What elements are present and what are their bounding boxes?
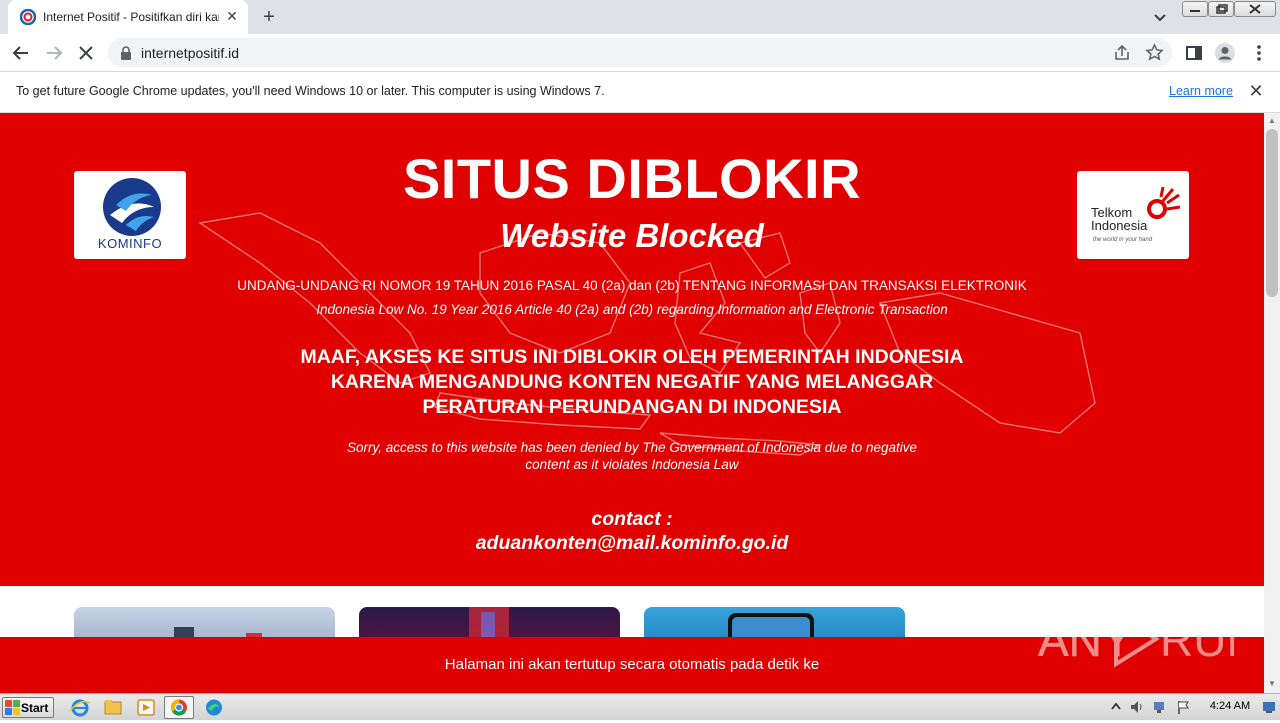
address-bar[interactable]: internetpositif.id xyxy=(108,38,1172,67)
watermark-text-run: RUN xyxy=(1160,614,1238,666)
scroll-up-icon[interactable]: ▲ xyxy=(1264,114,1280,128)
window-minimize-button[interactable] xyxy=(1182,1,1208,17)
internet-explorer-icon[interactable] xyxy=(65,696,95,719)
profile-avatar-icon[interactable] xyxy=(1214,42,1236,64)
sorry-line: content as it violates Indonesia Law xyxy=(525,457,739,472)
close-icon xyxy=(1249,4,1261,14)
anyrun-watermark-icon: ANY RUN xyxy=(1038,610,1238,668)
contact-email[interactable]: aduankonten@mail.kominfo.go.id xyxy=(0,532,1264,555)
blocked-subtitle: Website Blocked xyxy=(500,217,764,254)
tab-strip: Internet Positif - Positifkan diri kamu … xyxy=(0,0,1280,34)
taskbar-clock[interactable]: 4:24 AM xyxy=(1200,700,1260,712)
start-label: Start xyxy=(21,701,49,715)
warning-line: KARENA MENGANDUNG KONTEN NEGATIF YANG ME… xyxy=(330,371,934,393)
edge-icon[interactable] xyxy=(199,696,229,719)
sorry-message: Sorry, access to this website has been d… xyxy=(0,439,1264,473)
scrollbar-thumb[interactable] xyxy=(1266,129,1278,297)
share-icon[interactable] xyxy=(1113,44,1131,62)
volume-icon[interactable] xyxy=(1129,699,1145,715)
show-desktop-icon[interactable] xyxy=(1262,700,1276,714)
scroll-down-icon[interactable]: ▼ xyxy=(1264,677,1280,691)
blocked-title: SITUS DIBLOKIR xyxy=(402,147,862,210)
browser-tab[interactable]: Internet Positif - Positifkan diri kamu … xyxy=(8,0,248,34)
bookmark-star-icon[interactable] xyxy=(1145,43,1164,62)
law-reference-id: UNDANG-UNDANG RI NOMOR 19 TAHUN 2016 PAS… xyxy=(237,278,1027,293)
warning-line: PERATURAN PERUNDANGAN DI INDONESIA xyxy=(422,396,842,418)
url-text[interactable]: internetpositif.id xyxy=(141,45,239,61)
infobar-close-icon[interactable]: ✕ xyxy=(1246,81,1266,101)
infobar-message: To get future Google Chrome updates, you… xyxy=(16,84,605,98)
windows-logo-icon xyxy=(5,700,20,715)
back-arrow-icon[interactable] xyxy=(10,42,32,64)
contact-label: contact : xyxy=(591,508,673,530)
update-infobar: To get future Google Chrome updates, you… xyxy=(0,72,1280,113)
windows-taskbar: Start 4:24 AM xyxy=(0,693,1280,720)
action-center-flag-icon[interactable] xyxy=(1176,699,1192,715)
window-close-button[interactable] xyxy=(1234,1,1276,17)
explorer-folder-icon[interactable] xyxy=(98,696,128,719)
warning-message: MAAF, AKSES KE SITUS INI DIBLOKIR OLEH P… xyxy=(0,345,1264,420)
watermark-text-any: ANY xyxy=(1038,614,1133,666)
start-button[interactable]: Start xyxy=(2,697,54,718)
tab-search-chevron-icon[interactable] xyxy=(1152,9,1168,25)
new-tab-button[interactable]: + xyxy=(258,6,280,28)
menu-kebab-icon[interactable] xyxy=(1248,42,1270,64)
forward-arrow-icon[interactable] xyxy=(43,42,65,64)
minimize-icon xyxy=(1190,10,1200,12)
browser-toolbar: internetpositif.id xyxy=(0,34,1280,72)
stop-loading-icon[interactable] xyxy=(75,42,97,64)
tray-expand-icon[interactable] xyxy=(1110,700,1122,714)
learn-more-link[interactable]: Learn more xyxy=(1169,84,1233,98)
warning-line: MAAF, AKSES KE SITUS INI DIBLOKIR OLEH P… xyxy=(300,346,964,368)
sorry-line: Sorry, access to this website has been d… xyxy=(346,440,918,455)
restore-icon xyxy=(1216,4,1228,14)
chrome-taskbar-button[interactable] xyxy=(164,696,194,719)
law-reference-en: Indonesia Low No. 19 Year 2016 Article 4… xyxy=(316,302,948,317)
side-panel-icon[interactable] xyxy=(1183,42,1205,64)
internet-positif-favicon-icon xyxy=(20,9,36,25)
window-restore-button[interactable] xyxy=(1208,1,1234,17)
chrome-icon xyxy=(171,699,187,716)
page-scrollbar[interactable]: ▲ ▼ xyxy=(1264,113,1280,693)
media-player-icon[interactable] xyxy=(131,696,161,719)
lock-icon[interactable] xyxy=(120,46,132,60)
blocked-hero-banner: KOMINFO Telkom Indonesia the world in yo… xyxy=(0,113,1264,586)
tab-close-icon[interactable]: ✕ xyxy=(224,8,240,24)
tab-title: Internet Positif - Positifkan diri kamu xyxy=(43,10,219,24)
network-icon[interactable] xyxy=(1152,699,1168,715)
